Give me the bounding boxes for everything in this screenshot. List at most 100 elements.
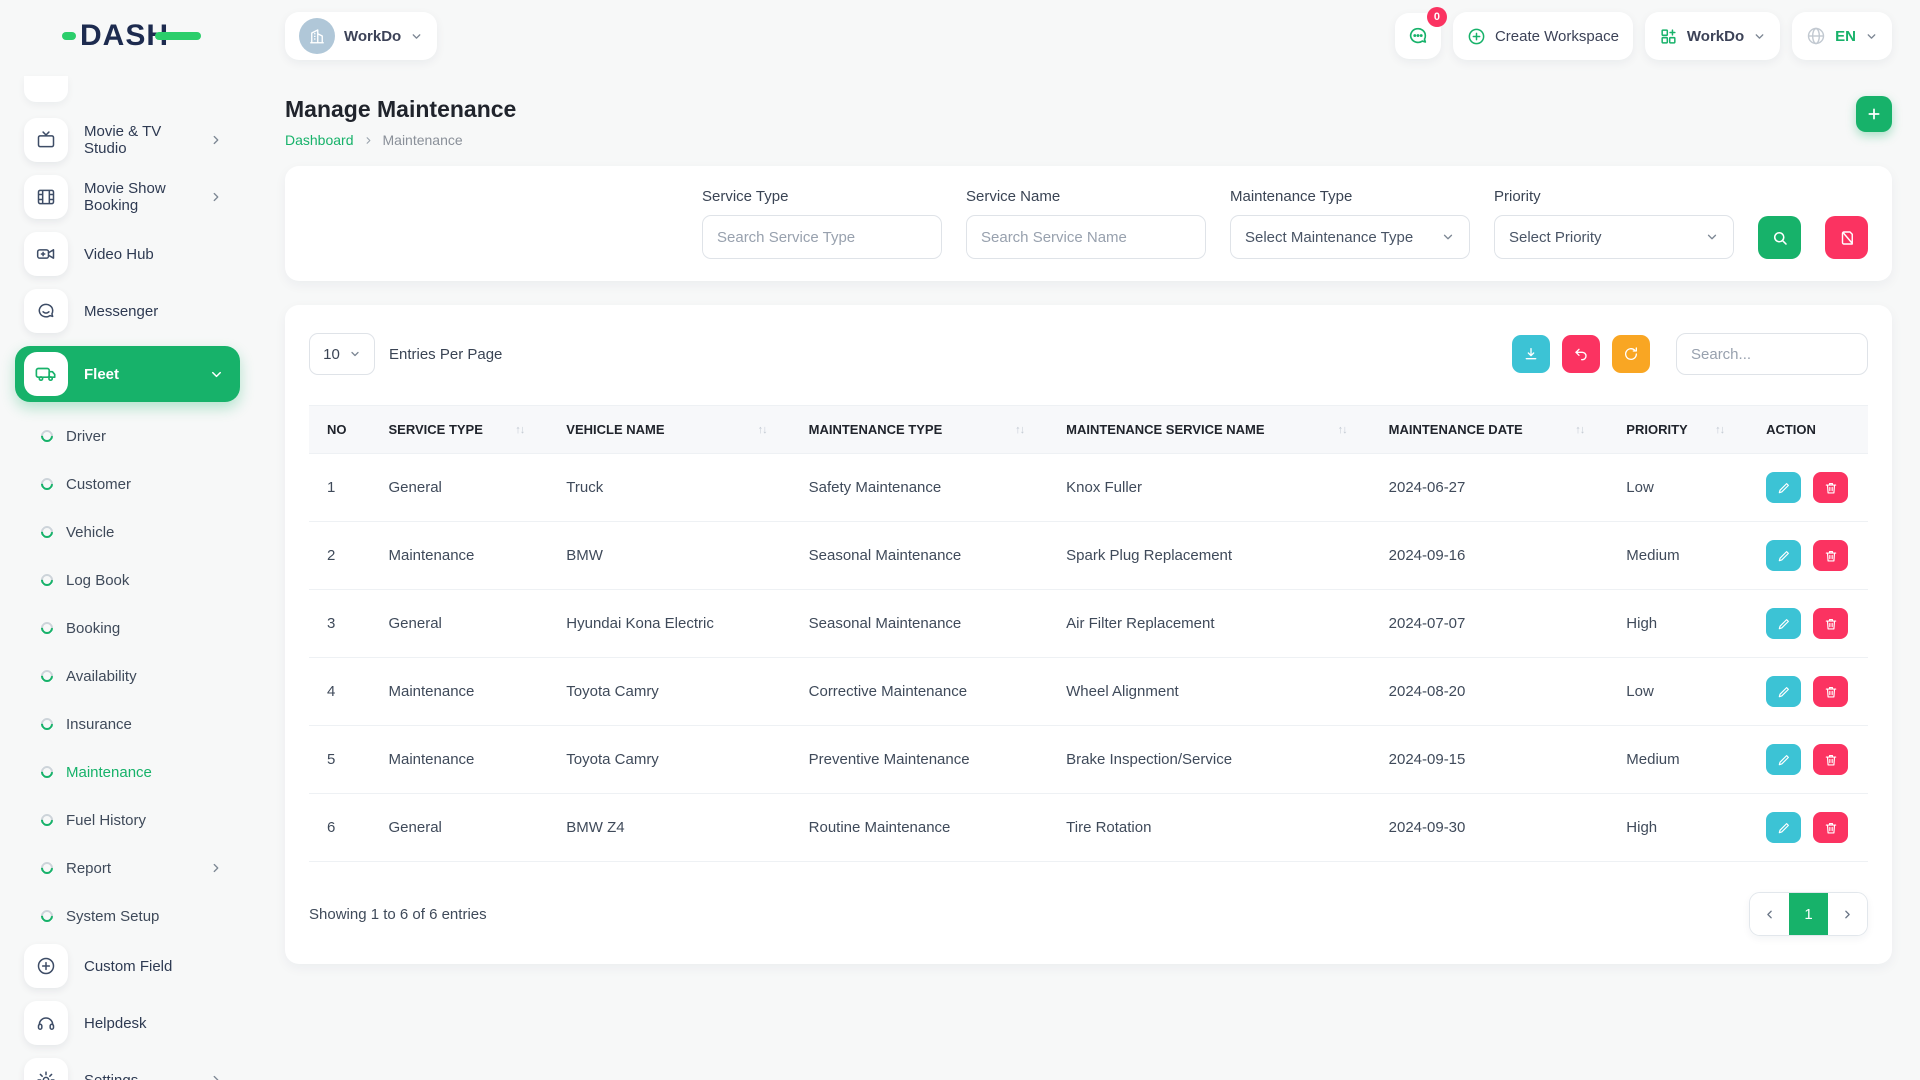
edit-button[interactable] — [1766, 812, 1801, 843]
cell-maintenance-date: 2024-09-30 — [1379, 794, 1617, 862]
current-page[interactable]: 1 — [1789, 893, 1828, 935]
sidebar-item-settings[interactable]: Settings — [24, 1058, 223, 1080]
cell-no: 6 — [309, 794, 379, 862]
sidebar-subitem-log-book[interactable]: Log Book — [41, 560, 223, 600]
language-selector[interactable]: EN — [1792, 12, 1892, 60]
sidebar-subitem-driver[interactable]: Driver — [41, 416, 223, 456]
top-right-cluster: 0 Create Workspace WorkDo EN — [1395, 12, 1892, 60]
undo-button[interactable] — [1562, 335, 1600, 373]
switcher-label: WorkDo — [1687, 28, 1744, 45]
service-type-input[interactable] — [702, 215, 942, 259]
sidebar-subitem-fuel-history[interactable]: Fuel History — [41, 800, 223, 840]
workspace-selector[interactable]: WorkDo — [285, 12, 437, 60]
column-header[interactable]: SERVICE TYPE↑↓ — [379, 406, 557, 454]
column-header[interactable]: ACTION — [1756, 406, 1868, 454]
delete-button[interactable] — [1813, 540, 1848, 571]
sort-icon[interactable]: ↑↓ — [758, 424, 767, 436]
cell-priority: Medium — [1616, 726, 1756, 794]
previous-page-button[interactable] — [1750, 893, 1789, 935]
messages-button[interactable]: 0 — [1395, 13, 1441, 59]
sort-icon[interactable]: ↑↓ — [1338, 424, 1347, 436]
table-search-input[interactable] — [1676, 333, 1868, 375]
column-header[interactable]: VEHICLE NAME↑↓ — [556, 406, 798, 454]
cell-vehicle-name: BMW Z4 — [556, 794, 798, 862]
sidebar-item-movie-tv-studio[interactable]: Movie & TV Studio — [24, 118, 223, 162]
cell-no: 4 — [309, 658, 379, 726]
add-maintenance-button[interactable] — [1856, 96, 1892, 132]
breadcrumb-dashboard-link[interactable]: Dashboard — [285, 132, 354, 148]
sidebar-subitem-booking[interactable]: Booking — [41, 608, 223, 648]
sidebar-item-movie-show-booking[interactable]: Movie Show Booking — [24, 175, 223, 219]
pencil-icon — [1777, 821, 1791, 835]
cell-priority: Medium — [1616, 522, 1756, 590]
edit-button[interactable] — [1766, 540, 1801, 571]
column-header[interactable]: MAINTENANCE TYPE↑↓ — [799, 406, 1057, 454]
bullet-icon — [39, 476, 56, 493]
brand-logo[interactable]: DASH — [62, 19, 285, 53]
sidebar-subitem-system-setup[interactable]: System Setup — [41, 896, 223, 936]
cell-maintenance-service-name: Brake Inspection/Service — [1056, 726, 1379, 794]
cell-service-type: General — [379, 590, 557, 658]
cell-no: 3 — [309, 590, 379, 658]
cell-vehicle-name: Toyota Camry — [556, 658, 798, 726]
sort-icon[interactable]: ↑↓ — [1015, 424, 1024, 436]
workspace-switcher[interactable]: WorkDo — [1645, 12, 1780, 60]
bullet-icon — [39, 812, 56, 829]
trash-icon — [1824, 481, 1838, 495]
service-name-input[interactable] — [966, 215, 1206, 259]
edit-button[interactable] — [1766, 472, 1801, 503]
sort-icon[interactable]: ↑↓ — [515, 424, 524, 436]
create-workspace-button[interactable]: Create Workspace — [1453, 12, 1633, 60]
refresh-button[interactable] — [1612, 335, 1650, 373]
sidebar-subitem-insurance[interactable]: Insurance — [41, 704, 223, 744]
sidebar-item-label: Settings — [84, 1072, 138, 1080]
sidebar-item-video-hub[interactable]: Video Hub — [24, 232, 223, 276]
sidebar-item-helpdesk[interactable]: Helpdesk — [24, 1001, 223, 1045]
sidebar-subitem-availability[interactable]: Availability — [41, 656, 223, 696]
page-title: Manage Maintenance — [285, 96, 516, 123]
table-header-row: NO SERVICE TYPE↑↓ VEHICLE NAME↑↓ MAINTEN… — [309, 406, 1868, 454]
pencil-icon — [1777, 617, 1791, 631]
column-header[interactable]: PRIORITY↑↓ — [1616, 406, 1756, 454]
edit-button[interactable] — [1766, 744, 1801, 775]
maintenance-type-value: Select Maintenance Type — [1245, 229, 1413, 246]
maintenance-type-select[interactable]: Select Maintenance Type — [1230, 215, 1470, 259]
chat-bubble-icon — [1407, 25, 1429, 47]
delete-button[interactable] — [1813, 812, 1848, 843]
entries-per-page-select[interactable]: 10 — [309, 333, 375, 375]
sidebar-item-label: Fleet — [84, 366, 119, 383]
next-page-button[interactable] — [1828, 893, 1867, 935]
sidebar-subitem-customer[interactable]: Customer — [41, 464, 223, 504]
delete-button[interactable] — [1813, 676, 1848, 707]
bullet-icon — [39, 428, 56, 445]
column-header[interactable]: MAINTENANCE DATE↑↓ — [1379, 406, 1617, 454]
clear-filter-button[interactable] — [1825, 216, 1868, 259]
priority-select[interactable]: Select Priority — [1494, 215, 1734, 259]
pencil-icon — [1777, 481, 1791, 495]
delete-button[interactable] — [1813, 608, 1848, 639]
sidebar-subitem-maintenance[interactable]: Maintenance — [41, 752, 223, 792]
edit-button[interactable] — [1766, 608, 1801, 639]
chevron-right-icon — [363, 135, 374, 146]
sidebar-item-messenger[interactable]: Messenger — [24, 289, 223, 333]
cell-vehicle-name: Truck — [556, 454, 798, 522]
sidebar-item-fleet[interactable]: Fleet — [15, 346, 240, 402]
column-header[interactable]: NO — [309, 406, 379, 454]
chevron-right-icon — [209, 1073, 223, 1080]
sidebar-item-custom-field[interactable]: Custom Field — [24, 944, 223, 988]
table-footer: Showing 1 to 6 of 6 entries 1 — [309, 892, 1868, 936]
cell-service-type: Maintenance — [379, 726, 557, 794]
column-header[interactable]: MAINTENANCE SERVICE NAME↑↓ — [1056, 406, 1379, 454]
apply-filter-button[interactable] — [1758, 216, 1801, 259]
sort-icon[interactable]: ↑↓ — [1715, 424, 1724, 436]
chevron-left-icon — [1763, 908, 1776, 921]
sidebar-subitem-report[interactable]: Report — [41, 848, 223, 888]
export-button[interactable] — [1512, 335, 1550, 373]
delete-button[interactable] — [1813, 744, 1848, 775]
sidebar-subitem-vehicle[interactable]: Vehicle — [41, 512, 223, 552]
edit-button[interactable] — [1766, 676, 1801, 707]
bullet-icon — [39, 716, 56, 733]
chevron-down-icon — [1753, 30, 1766, 43]
sort-icon[interactable]: ↑↓ — [1575, 424, 1584, 436]
delete-button[interactable] — [1813, 472, 1848, 503]
